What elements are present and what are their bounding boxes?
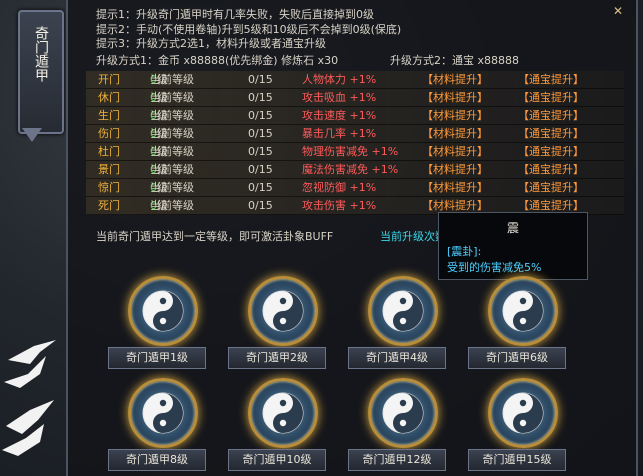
yinyang-icon[interactable] bbox=[488, 378, 558, 448]
yinyang-icon[interactable] bbox=[368, 276, 438, 346]
gate-level: 当前等级 0 级 bbox=[150, 89, 194, 106]
gate-attribute: 魔法伤害减免 +1% bbox=[302, 163, 399, 176]
gate-level: 当前等级 0 级 bbox=[150, 197, 194, 214]
side-title: 奇门遁甲 bbox=[33, 26, 49, 82]
level-suffix: 级 bbox=[157, 199, 168, 212]
gate-level: 当前等级 0 级 bbox=[150, 179, 194, 196]
activation-level-10-button[interactable]: 奇门遁甲10级 bbox=[228, 449, 326, 471]
tip-1: 提示1：升级奇门遁甲时有几率失败，失败后直接掉到0级 bbox=[96, 8, 374, 21]
gate-row-jing: 景门 当前等级 0 级 0/15 魔法伤害减免 +1% 【材料提升】 【通宝提升】 bbox=[86, 161, 624, 179]
tongbao-upgrade-button[interactable]: 【通宝提升】 bbox=[518, 179, 584, 196]
gate-name: 惊门 bbox=[98, 181, 120, 194]
tongbao-upgrade-button[interactable]: 【通宝提升】 bbox=[518, 143, 584, 160]
gate-progress: 0/15 bbox=[248, 91, 273, 104]
gate-level: 当前等级 0 级 bbox=[150, 161, 194, 178]
gate-progress: 0/15 bbox=[248, 73, 273, 86]
tip-2: 提示2：手动(不使用卷轴)升到5级和10级后不会掉到0级(保底) bbox=[96, 22, 402, 36]
gate-progress: 0/15 bbox=[248, 145, 273, 158]
activation-level-6-button[interactable]: 奇门遁甲6级 bbox=[468, 347, 566, 369]
yinyang-icon[interactable] bbox=[248, 378, 318, 448]
gate-name: 伤门 bbox=[98, 127, 120, 140]
yinyang-icon[interactable] bbox=[128, 276, 198, 346]
material-upgrade-button[interactable]: 【材料提升】 bbox=[422, 179, 488, 196]
gate-name: 死门 bbox=[98, 199, 120, 212]
tongbao-upgrade-button[interactable]: 【通宝提升】 bbox=[518, 125, 584, 142]
yinyang-icon[interactable] bbox=[248, 276, 318, 346]
gate-progress: 0/15 bbox=[248, 181, 273, 194]
crane-icon bbox=[2, 340, 56, 456]
gate-progress: 0/15 bbox=[248, 199, 273, 212]
gate-attribute: 攻击吸血 +1% bbox=[302, 91, 377, 104]
yinyang-icon[interactable] bbox=[368, 378, 438, 448]
material-upgrade-button[interactable]: 【材料提升】 bbox=[422, 107, 488, 124]
side-title-banner: 奇门遁甲 bbox=[18, 10, 64, 134]
banner-tip bbox=[22, 128, 42, 142]
level-suffix: 级 bbox=[157, 127, 168, 140]
level-suffix: 级 bbox=[157, 181, 168, 194]
activation-level-12-button[interactable]: 奇门遁甲12级 bbox=[348, 449, 446, 471]
activation-level-8-button[interactable]: 奇门遁甲8级 bbox=[108, 449, 206, 471]
level-suffix: 级 bbox=[157, 73, 168, 86]
tongbao-upgrade-button[interactable]: 【通宝提升】 bbox=[518, 161, 584, 178]
gate-attribute: 人物体力 +1% bbox=[302, 73, 377, 86]
material-upgrade-button[interactable]: 【材料提升】 bbox=[422, 71, 488, 88]
gate-attribute: 攻击伤害 +1% bbox=[302, 199, 377, 212]
buff-tooltip: 震 [震卦]: 受到的伤害减免5% bbox=[438, 212, 588, 280]
gate-row-jing2: 惊门 当前等级 0 级 0/15 忽视防御 +1% 【材料提升】 【通宝提升】 bbox=[86, 179, 624, 197]
gate-name: 休门 bbox=[98, 91, 120, 104]
gate-attribute: 物理伤害减免 +1% bbox=[302, 145, 399, 158]
gate-level: 当前等级 0 级 bbox=[150, 107, 194, 124]
level-suffix: 级 bbox=[157, 163, 168, 176]
gate-row-shang: 伤门 当前等级 0 级 0/15 暴击几率 +1% 【材料提升】 【通宝提升】 bbox=[86, 125, 624, 143]
gate-row-kai: 开门 当前等级 0 级 0/15 人物体力 +1% 【材料提升】 【通宝提升】 bbox=[86, 71, 624, 89]
tongbao-upgrade-button[interactable]: 【通宝提升】 bbox=[518, 89, 584, 106]
material-upgrade-button[interactable]: 【材料提升】 bbox=[422, 125, 488, 142]
gate-progress: 0/15 bbox=[248, 127, 273, 140]
gate-name: 杜门 bbox=[98, 145, 120, 158]
tooltip-title: 震 bbox=[506, 221, 519, 235]
gate-row-sheng: 生门 当前等级 0 级 0/15 攻击速度 +1% 【材料提升】 【通宝提升】 bbox=[86, 107, 624, 125]
buff-hint: 当前奇门遁甲达到一定等级，即可激活卦象BUFF bbox=[96, 230, 334, 243]
gate-progress: 0/15 bbox=[248, 163, 273, 176]
material-upgrade-button[interactable]: 【材料提升】 bbox=[422, 143, 488, 160]
gate-table: 开门 当前等级 0 级 0/15 人物体力 +1% 【材料提升】 【通宝提升】 休门… bbox=[86, 71, 624, 215]
yinyang-icon[interactable] bbox=[488, 276, 558, 346]
close-icon[interactable]: ✕ bbox=[610, 4, 626, 18]
qimen-panel: ✕ 提示1：升级奇门遁甲时有几率失败，失败后直接掉到0级 提示2：手动(不使用卷… bbox=[66, 0, 638, 476]
tooltip-line-1: [震卦]: bbox=[447, 245, 482, 258]
activation-level-1-button[interactable]: 奇门遁甲1级 bbox=[108, 347, 206, 369]
gate-level: 当前等级 0 级 bbox=[150, 125, 194, 142]
gate-name: 生门 bbox=[98, 109, 120, 122]
activation-level-15-button[interactable]: 奇门遁甲15级 bbox=[468, 449, 566, 471]
gate-row-du: 杜门 当前等级 0 级 0/15 物理伤害减免 +1% 【材料提升】 【通宝提升】 bbox=[86, 143, 624, 161]
material-upgrade-button[interactable]: 【材料提升】 bbox=[422, 161, 488, 178]
gate-name: 景门 bbox=[98, 163, 120, 176]
gate-progress: 0/15 bbox=[248, 109, 273, 122]
gate-row-xiu: 休门 当前等级 0 级 0/15 攻击吸血 +1% 【材料提升】 【通宝提升】 bbox=[86, 89, 624, 107]
tip-3: 提示3：升级方式2选1，材料升级或者通宝升级 bbox=[96, 37, 326, 50]
gate-attribute: 暴击几率 +1% bbox=[302, 127, 377, 140]
gate-name: 开门 bbox=[98, 73, 120, 86]
activation-level-2-button[interactable]: 奇门遁甲2级 bbox=[228, 347, 326, 369]
material-upgrade-button[interactable]: 【材料提升】 bbox=[422, 89, 488, 106]
yinyang-icon[interactable] bbox=[128, 378, 198, 448]
activation-level-4-button[interactable]: 奇门遁甲4级 bbox=[348, 347, 446, 369]
gate-level: 当前等级 0 级 bbox=[150, 71, 194, 88]
level-suffix: 级 bbox=[157, 109, 168, 122]
level-suffix: 级 bbox=[157, 91, 168, 104]
gate-attribute: 忽视防御 +1% bbox=[302, 181, 377, 194]
level-suffix: 级 bbox=[157, 145, 168, 158]
gate-level: 当前等级 0 级 bbox=[150, 143, 194, 160]
gate-attribute: 攻击速度 +1% bbox=[302, 109, 377, 122]
tongbao-upgrade-button[interactable]: 【通宝提升】 bbox=[518, 71, 584, 88]
method-1-label: 升级方式1：金币 x88888(优先绑金) 修炼石 x30 bbox=[96, 54, 339, 67]
tips-block: 提示1：升级奇门遁甲时有几率失败，失败后直接掉到0级 提示2：手动(不使用卷轴)… bbox=[96, 8, 401, 52]
method-2-label: 升级方式2：通宝 x88888 bbox=[390, 54, 519, 67]
tongbao-upgrade-button[interactable]: 【通宝提升】 bbox=[518, 107, 584, 124]
tooltip-line-2: 受到的伤害减免5% bbox=[447, 261, 542, 274]
